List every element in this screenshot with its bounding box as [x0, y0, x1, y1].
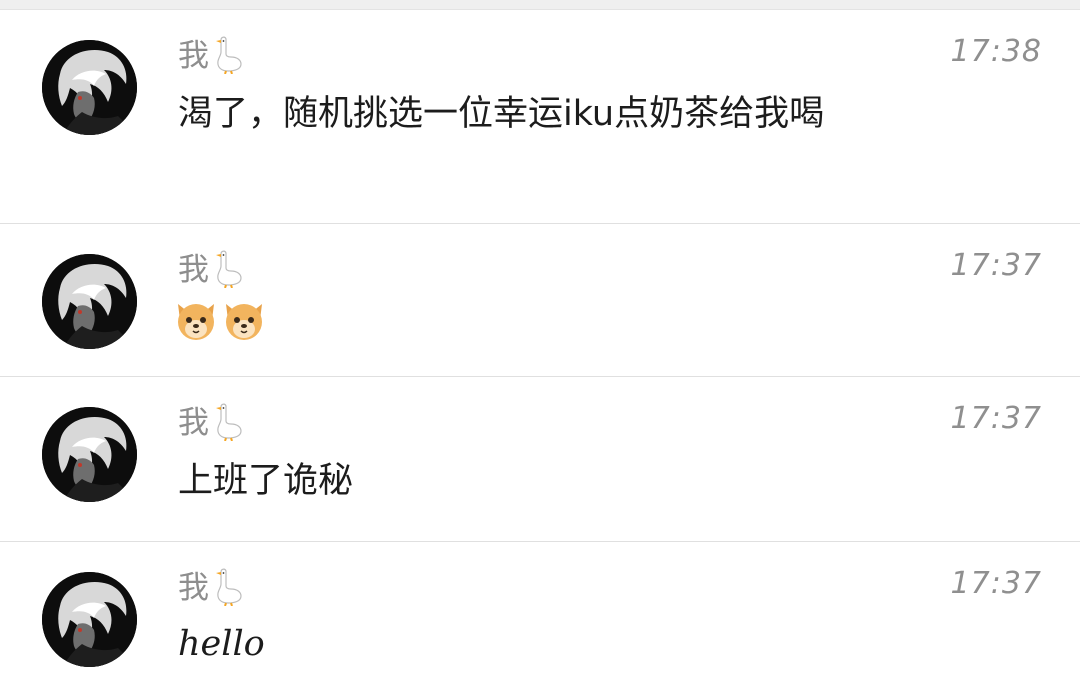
list-item[interactable]: 我 17:38 渴了，随机挑选一位幸运iku点奶茶给我喝	[0, 10, 1080, 224]
dog-face-icon	[174, 298, 218, 346]
list-item[interactable]: 我 17:37 上班了诡秘	[0, 377, 1080, 542]
sender-label: 我	[178, 405, 209, 441]
message-time: 17:38	[950, 34, 1042, 69]
message-text: hello	[178, 624, 265, 664]
goose-icon	[213, 568, 243, 616]
avatar[interactable]	[42, 572, 137, 667]
sender-label: 我	[178, 570, 209, 606]
goose-icon	[213, 403, 243, 451]
sender-name: 我	[178, 36, 243, 84]
message-time: 17:37	[950, 566, 1042, 601]
goose-icon	[213, 250, 243, 298]
emoji-row	[174, 298, 266, 346]
sender-label: 我	[178, 38, 209, 74]
message-text: 渴了，随机挑选一位幸运iku点奶茶给我喝	[178, 94, 825, 134]
chat-message-list: 我 17:38 渴了，随机挑选一位幸运iku点奶茶给我喝 我 17:37 我 1…	[0, 0, 1080, 697]
sender-name: 我	[178, 403, 243, 451]
message-time: 17:37	[950, 248, 1042, 283]
avatar[interactable]	[42, 407, 137, 502]
list-item[interactable]: 我 17:37	[0, 224, 1080, 377]
avatar[interactable]	[42, 40, 137, 135]
sender-name: 我	[178, 250, 243, 298]
top-divider	[0, 0, 1080, 10]
goose-icon	[213, 36, 243, 84]
avatar[interactable]	[42, 254, 137, 349]
message-time: 17:37	[950, 401, 1042, 436]
list-item[interactable]: 我 17:37 hello	[0, 542, 1080, 697]
dog-face-icon	[222, 298, 266, 346]
sender-name: 我	[178, 568, 243, 616]
message-text: 上班了诡秘	[178, 461, 354, 501]
sender-label: 我	[178, 252, 209, 288]
